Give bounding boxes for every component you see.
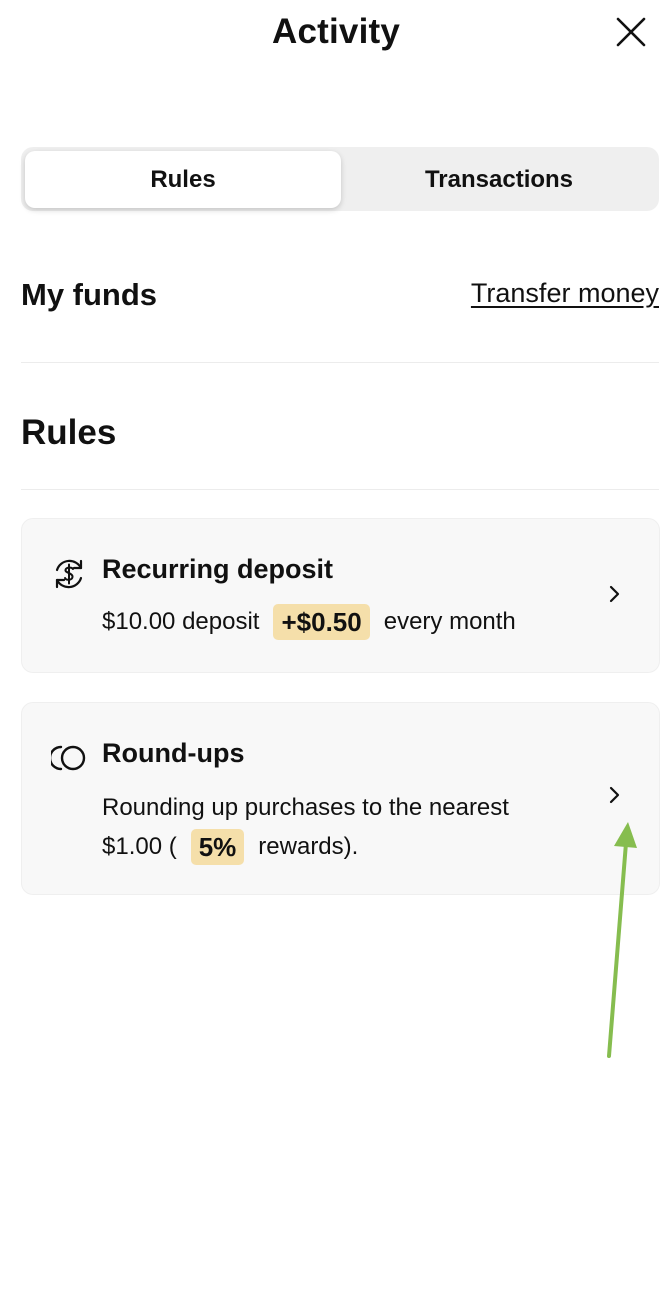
frequency-text: every month [383, 608, 516, 635]
tab-transactions[interactable]: Transactions [341, 151, 657, 208]
rewards-badge: 5% [190, 829, 245, 865]
rewards-text: rewards). [258, 833, 359, 860]
segmented-control: Rules Transactions [21, 147, 659, 211]
tab-rules[interactable]: Rules [25, 151, 341, 208]
bonus-badge: +$0.50 [273, 604, 370, 640]
round-ups-icon [51, 745, 86, 771]
rounding-text: Rounding up purchases to the nearest [102, 794, 509, 821]
rule-title: Recurring deposit [102, 554, 334, 584]
nearest-amount-text: $1.00 ( [102, 833, 177, 860]
divider [21, 489, 659, 490]
close-icon[interactable] [610, 12, 652, 54]
rule-description: $10.00 deposit +$0.50 every month [102, 604, 516, 640]
rules-heading: Rules [21, 413, 117, 452]
rule-description-line-1: Rounding up purchases to the nearest [102, 794, 509, 822]
deposit-amount-text: $10.00 deposit [102, 608, 260, 635]
chevron-right-icon[interactable] [607, 785, 623, 805]
rule-card-round-ups[interactable]: Round-ups Rounding up purchases to the n… [21, 702, 660, 895]
chevron-right-icon[interactable] [607, 584, 623, 604]
close-button[interactable] [610, 12, 652, 54]
page-title: Activity [271, 12, 401, 51]
header: Activity [0, 0, 672, 70]
rule-description-line-2: $1.00 ( 5% rewards). [102, 829, 358, 865]
transfer-money-link[interactable]: Transfer money [471, 278, 659, 309]
my-funds-heading: My funds [21, 277, 158, 312]
rule-title: Round-ups [102, 738, 245, 768]
rule-card-recurring-deposit[interactable]: Recurring deposit $10.00 deposit +$0.50 … [21, 518, 660, 673]
recurring-dollar-icon [55, 559, 83, 589]
divider [21, 362, 659, 363]
